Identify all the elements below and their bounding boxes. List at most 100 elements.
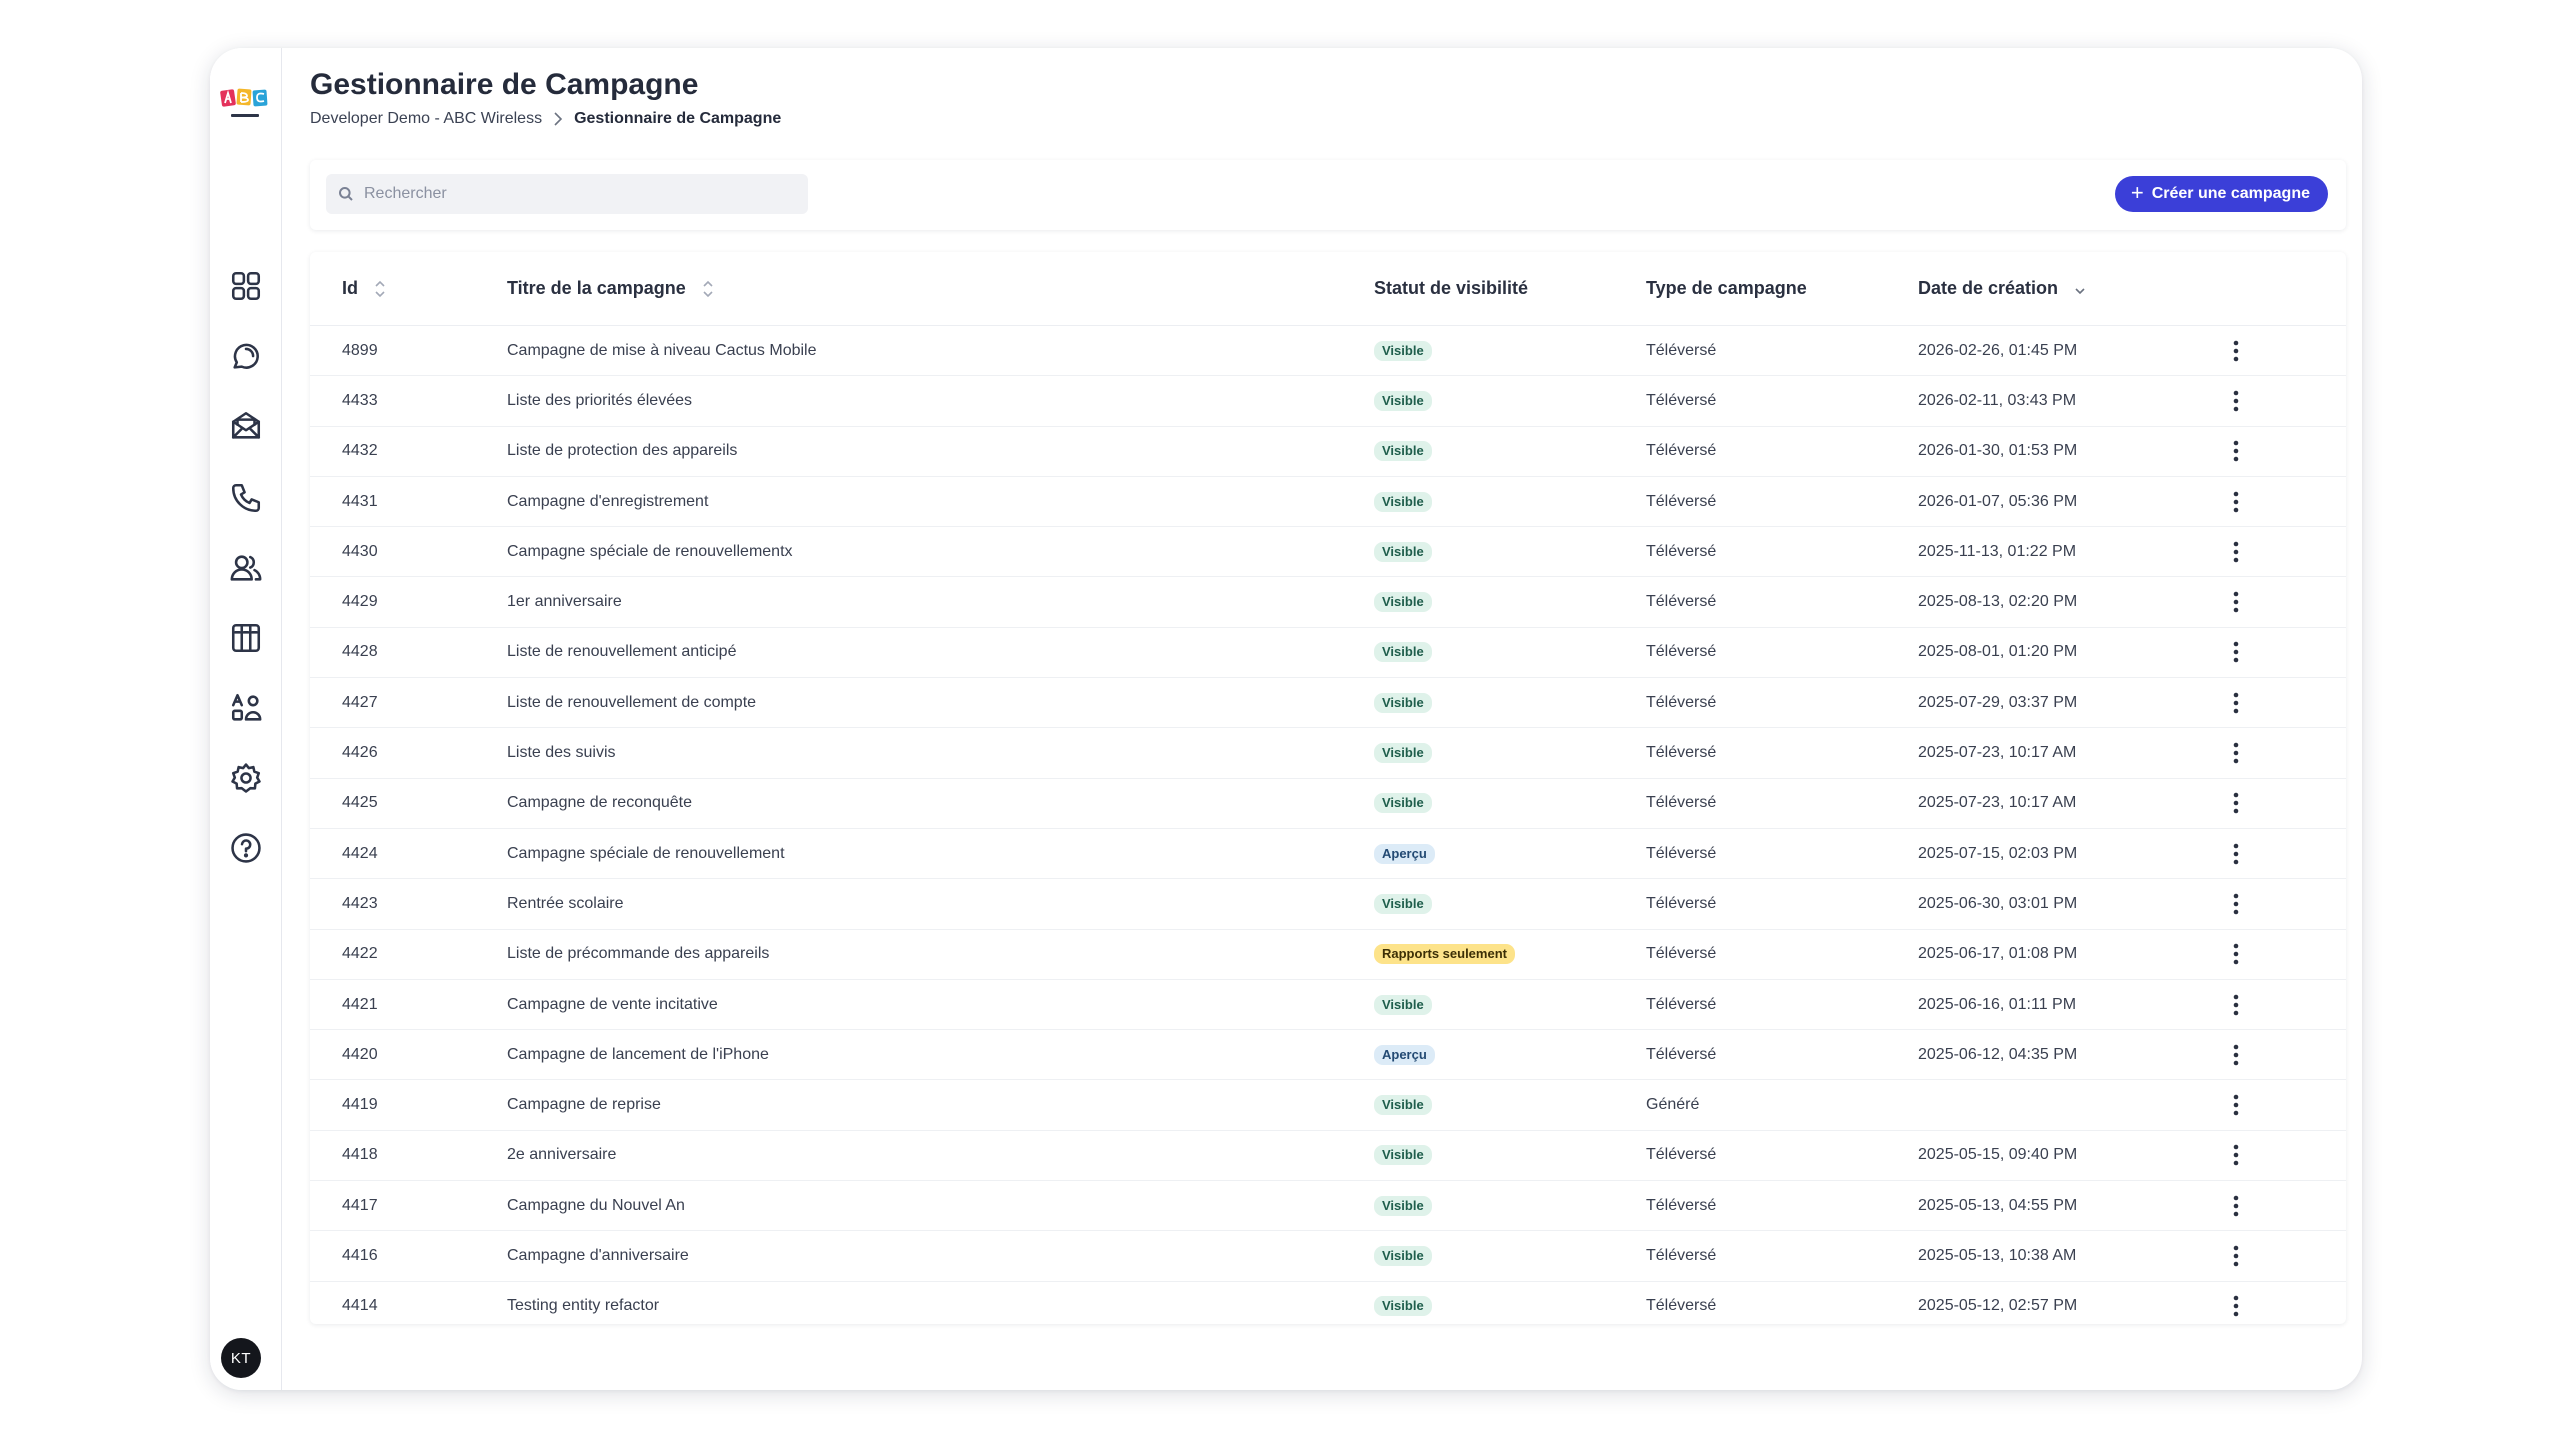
table-row[interactable]: 4423 Rentrée scolaire Visible Téléversé 2025… <box>310 879 2346 930</box>
column-header-title[interactable]: Titre de la campagne <box>507 278 714 299</box>
row-menu-button[interactable] <box>2221 1080 2251 1129</box>
row-menu-button[interactable] <box>2221 1231 2251 1280</box>
cell-title[interactable]: Liste de renouvellement anticipé <box>507 628 736 677</box>
table-row[interactable]: 4432 Liste de protection des appareils Vis… <box>310 427 2346 477</box>
cell-title[interactable]: Campagne spéciale de renouvellementx <box>507 527 793 576</box>
row-menu-button[interactable] <box>2221 326 2251 375</box>
cell-title[interactable]: 2e anniversaire <box>507 1131 616 1180</box>
status-badge: Visible <box>1374 994 1432 1015</box>
row-menu-button[interactable] <box>2221 829 2251 878</box>
cell-status: Visible <box>1374 376 1432 425</box>
sidebar: KT <box>210 48 282 1390</box>
sidebar-item-settings[interactable] <box>226 758 266 798</box>
sidebar-item-calls[interactable] <box>226 478 266 518</box>
column-header-id[interactable]: Id <box>342 278 386 299</box>
cell-title[interactable]: Campagne de mise à niveau Cactus Mobile <box>507 326 817 375</box>
sidebar-item-campaigns[interactable] <box>226 406 266 446</box>
sidebar-item-dashboard[interactable] <box>226 266 266 306</box>
create-campaign-button[interactable]: + Créer une campagne <box>2114 176 2328 212</box>
cell-title[interactable]: Liste de protection des appareils <box>507 427 737 476</box>
table-row[interactable]: 4422 Liste de précommande des appareils Ra… <box>310 930 2346 980</box>
kebab-menu-icon <box>2233 340 2239 361</box>
cell-type: Généré <box>1646 1096 1700 1114</box>
sidebar-item-teams[interactable] <box>226 688 266 728</box>
row-menu-button[interactable] <box>2221 728 2251 777</box>
cell-title[interactable]: Rentrée scolaire <box>507 879 624 928</box>
cell-title[interactable]: Liste des suivis <box>507 728 616 777</box>
cell-status: Visible <box>1374 628 1432 677</box>
row-menu-button[interactable] <box>2221 427 2251 476</box>
sort-icon[interactable] <box>702 279 714 299</box>
column-header-date[interactable]: Date de création <box>1918 278 2086 299</box>
cell-title[interactable]: Campagne de reprise <box>507 1080 661 1129</box>
sidebar-item-contacts[interactable] <box>226 548 266 588</box>
table-row[interactable]: 4424 Campagne spéciale de renouvellement A… <box>310 829 2346 880</box>
table-body: 4899 Campagne de mise à niveau Cactus Mob… <box>310 326 2346 1324</box>
table-row[interactable]: 4430 Campagne spéciale de renouvellementx… <box>310 527 2346 578</box>
table-row[interactable]: 4419 Campagne de reprise Visible Généré <box>310 1080 2346 1131</box>
row-menu-button[interactable] <box>2221 477 2251 526</box>
table-row[interactable]: 4431 Campagne d'enregistrement Visible Télé… <box>310 477 2346 528</box>
kebab-menu-icon <box>2233 1195 2239 1216</box>
cell-type: Téléversé <box>1646 945 1717 963</box>
sidebar-item-help[interactable] <box>226 828 266 868</box>
row-menu-button[interactable] <box>2221 628 2251 677</box>
table-row[interactable]: 4420 Campagne de lancement de l'iPhone Ape… <box>310 1030 2346 1081</box>
abc-logo-icon[interactable] <box>215 84 275 134</box>
cell-type: Téléversé <box>1646 693 1717 711</box>
table-row[interactable]: 4414 Testing entity refactor Visible Téléve… <box>310 1282 2346 1324</box>
table-row[interactable]: 4421 Campagne de vente incitative Visible T… <box>310 980 2346 1031</box>
kebab-menu-icon <box>2233 1145 2239 1166</box>
cell-title[interactable]: 1er anniversaire <box>507 577 622 626</box>
cell-title[interactable]: Campagne d'anniversaire <box>507 1231 689 1280</box>
cell-title[interactable]: Liste de renouvellement de compte <box>507 678 756 727</box>
row-menu-button[interactable] <box>2221 678 2251 727</box>
table-row[interactable]: 4429 1er anniversaire Visible Téléversé 2025… <box>310 577 2346 628</box>
row-menu-button[interactable] <box>2221 577 2251 626</box>
cell-title[interactable]: Campagne du Nouvel An <box>507 1181 685 1230</box>
cell-title[interactable]: Campagne de lancement de l'iPhone <box>507 1030 769 1079</box>
row-menu-button[interactable] <box>2221 980 2251 1029</box>
breadcrumb-item-workspace[interactable]: Developer Demo - ABC Wireless <box>310 110 542 128</box>
table-row[interactable]: 4899 Campagne de mise à niveau Cactus Mob… <box>310 326 2346 377</box>
row-menu-button[interactable] <box>2221 879 2251 928</box>
sidebar-item-library[interactable] <box>226 618 266 658</box>
row-menu-button[interactable] <box>2221 1181 2251 1230</box>
cell-status: Visible <box>1374 477 1432 526</box>
table-row[interactable]: 4417 Campagne du Nouvel An Visible Télévers… <box>310 1181 2346 1232</box>
row-menu-button[interactable] <box>2221 1030 2251 1079</box>
cell-title[interactable]: Testing entity refactor <box>507 1282 659 1324</box>
table-row[interactable]: 4428 Liste de renouvellement anticipé Visi… <box>310 628 2346 679</box>
table-row[interactable]: 4425 Campagne de reconquête Visible Téléver… <box>310 779 2346 829</box>
search-box[interactable] <box>326 174 808 214</box>
table-row[interactable]: 4427 Liste de renouvellement de compte Vis… <box>310 678 2346 729</box>
row-menu-button[interactable] <box>2221 930 2251 979</box>
cell-status: Visible <box>1374 1131 1432 1180</box>
table-row[interactable]: 4433 Liste des priorités élevées Visible Té… <box>310 376 2346 427</box>
avatar[interactable]: KT <box>221 1338 261 1378</box>
status-badge: Visible <box>1374 692 1432 713</box>
cell-title[interactable]: Campagne spéciale de renouvellement <box>507 829 785 878</box>
status-badge: Rapports seulement <box>1374 944 1515 965</box>
table-header: Id Titre de la campagne Statut de visibi… <box>310 252 2346 326</box>
cell-id: 4416 <box>342 1246 378 1264</box>
table-row[interactable]: 4418 2e anniversaire Visible Téléversé 2025-… <box>310 1131 2346 1182</box>
row-menu-button[interactable] <box>2221 1282 2251 1324</box>
cell-title[interactable]: Liste des priorités élevées <box>507 376 692 425</box>
row-menu-button[interactable] <box>2221 779 2251 828</box>
cell-title[interactable]: Liste de précommande des appareils <box>507 930 769 979</box>
sidebar-item-conversations[interactable] <box>226 336 266 376</box>
cell-title[interactable]: Campagne d'enregistrement <box>507 477 708 526</box>
row-menu-button[interactable] <box>2221 527 2251 576</box>
sort-desc-icon[interactable] <box>2074 279 2086 299</box>
table-row[interactable]: 4416 Campagne d'anniversaire Visible Téléve… <box>310 1231 2346 1282</box>
row-menu-button[interactable] <box>2221 1131 2251 1180</box>
table-row[interactable]: 4426 Liste des suivis Visible Téléversé 2025… <box>310 728 2346 779</box>
search-input[interactable] <box>364 185 784 203</box>
cell-title[interactable]: Campagne de vente incitative <box>507 980 718 1029</box>
kebab-menu-icon <box>2233 390 2239 412</box>
cell-title[interactable]: Campagne de reconquête <box>507 779 692 828</box>
row-menu-button[interactable] <box>2221 376 2251 425</box>
cell-date: 2026-01-07, 05:36 PM <box>1918 492 2078 510</box>
sort-icon[interactable] <box>374 279 386 299</box>
